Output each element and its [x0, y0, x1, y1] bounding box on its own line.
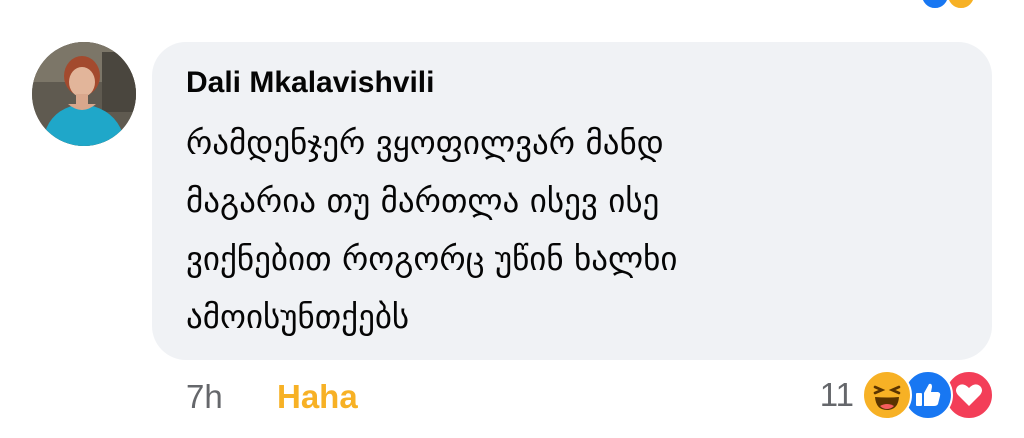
comment-text: რამდენჯერ ვყოფილვარ მანდ მაგარია თუ მართ… [186, 114, 966, 346]
previous-reaction-icons [920, 0, 984, 10]
haha-reaction-button[interactable]: Haha [277, 378, 358, 416]
haha-icon [862, 370, 912, 420]
reaction-summary[interactable]: 11 [820, 370, 994, 420]
like-icon [920, 0, 950, 10]
comment-text-line: მაგარია თუ მართლა ისევ ისე [186, 181, 660, 220]
comment-timestamp[interactable]: 7h [186, 378, 223, 416]
comment-thread: Dali Mkalavishvili რამდენჯერ ვყოფილვარ მ… [0, 0, 1024, 438]
reaction-count: 11 [819, 376, 854, 413]
avatar[interactable] [32, 42, 136, 146]
comment-text-line: ამოისუნთქებს [186, 297, 410, 336]
comment-text-line: ვიქნებით როგორც უწინ ხალხი [186, 239, 678, 278]
comment-text-line: რამდენჯერ ვყოფილვარ მანდ [186, 123, 664, 162]
haha-icon [946, 0, 976, 10]
author-name[interactable]: Dali Mkalavishvili [186, 66, 434, 100]
reaction-icons [862, 370, 994, 420]
comment-bubble: Dali Mkalavishvili რამდენჯერ ვყოფილვარ მ… [152, 42, 992, 360]
